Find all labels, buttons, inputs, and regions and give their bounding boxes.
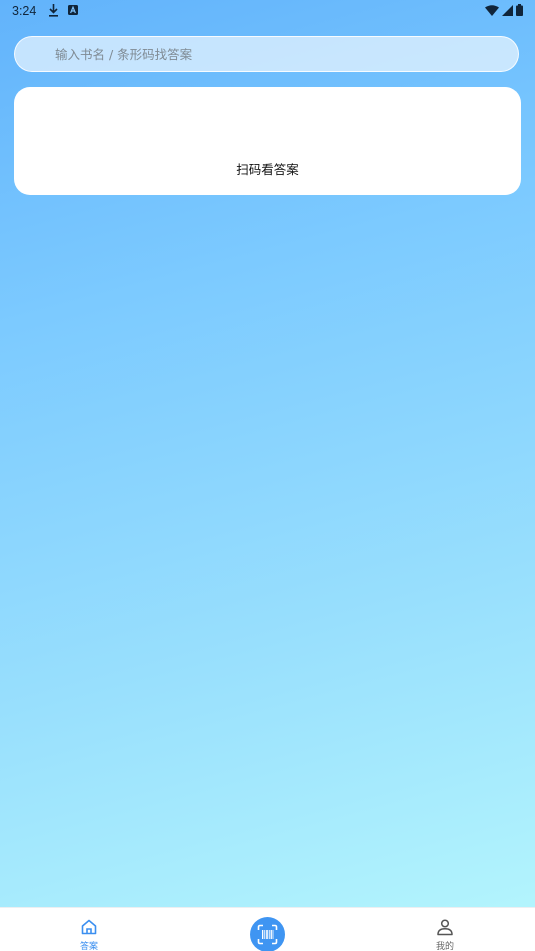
user-icon (437, 919, 453, 936)
app-screen: 3:24 扫码看答案 (0, 0, 535, 951)
home-icon (81, 919, 97, 935)
wifi-icon (485, 4, 499, 16)
status-right-icons (485, 4, 523, 16)
search-input[interactable] (55, 37, 505, 71)
barcode-scan-icon (257, 924, 278, 945)
scan-card-label: 扫码看答案 (236, 162, 299, 177)
a-badge-icon (68, 5, 78, 15)
status-time: 3:24 (12, 4, 37, 18)
bottom-nav: 答案 我的 (0, 907, 535, 951)
scan-button[interactable] (250, 917, 285, 951)
battery-icon (516, 4, 523, 16)
nav-label-answers: 答案 (79, 942, 98, 951)
nav-label-mine: 我的 (435, 942, 454, 951)
nav-item-mine[interactable]: 我的 (405, 908, 485, 951)
status-bar: 3:24 (0, 0, 535, 22)
nav-item-answers[interactable]: 答案 (49, 908, 129, 951)
download-icon (49, 4, 58, 17)
scan-answer-card[interactable]: 扫码看答案 (14, 87, 521, 195)
signal-icon (502, 4, 513, 16)
search-bar[interactable] (14, 36, 519, 72)
